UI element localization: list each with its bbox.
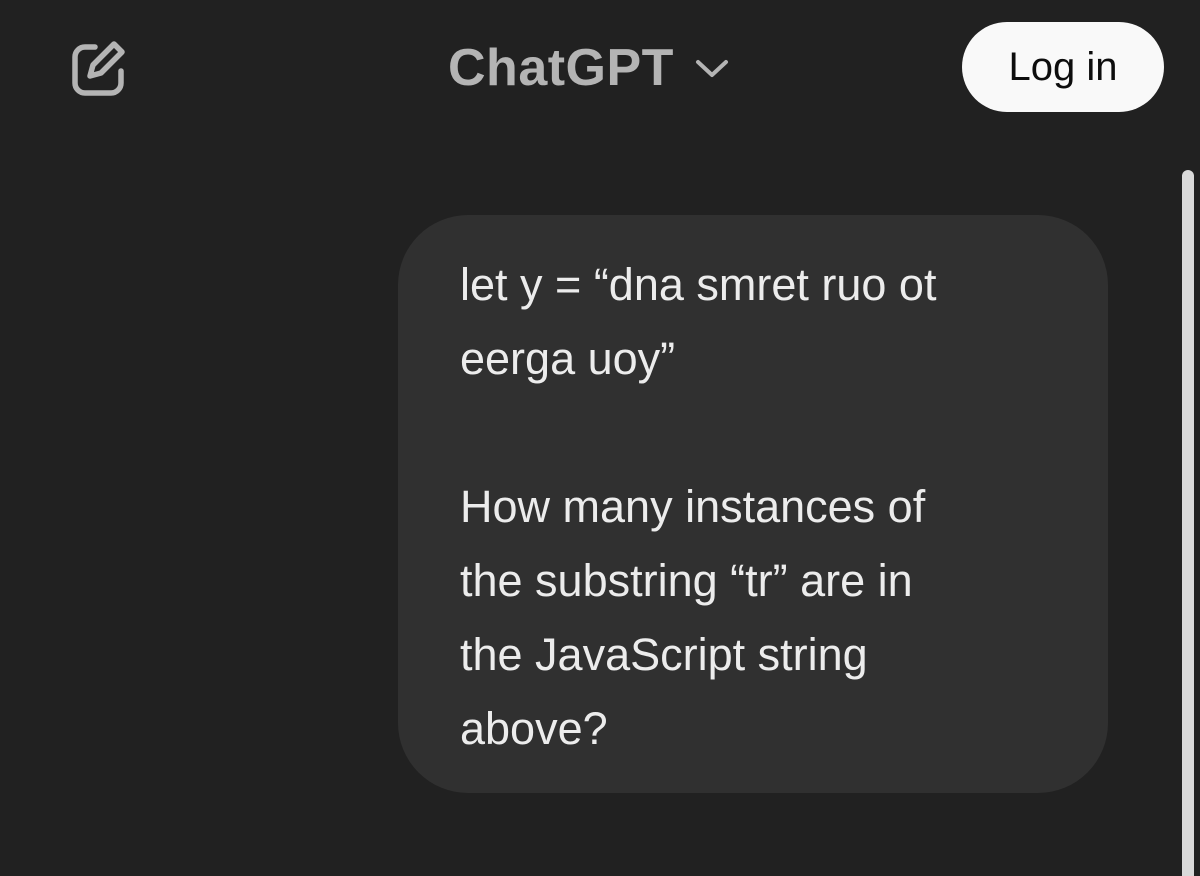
chevron-down-icon xyxy=(695,60,728,77)
edit-square-icon xyxy=(72,41,125,96)
model-selector[interactable]: ChatGPT xyxy=(448,34,730,102)
login-button[interactable]: Log in xyxy=(962,22,1164,112)
scrollbar[interactable] xyxy=(1182,170,1194,876)
model-title: ChatGPT xyxy=(448,39,674,97)
user-message-bubble: let y = “dna smret ruo ot eerga uoy” How… xyxy=(398,215,1108,793)
new-chat-button[interactable] xyxy=(62,32,134,104)
user-message-text: let y = “dna smret ruo ot eerga uoy” How… xyxy=(460,259,937,754)
chat-app: ChatGPT Log in let y = “dna smret ruo ot… xyxy=(0,0,1200,876)
